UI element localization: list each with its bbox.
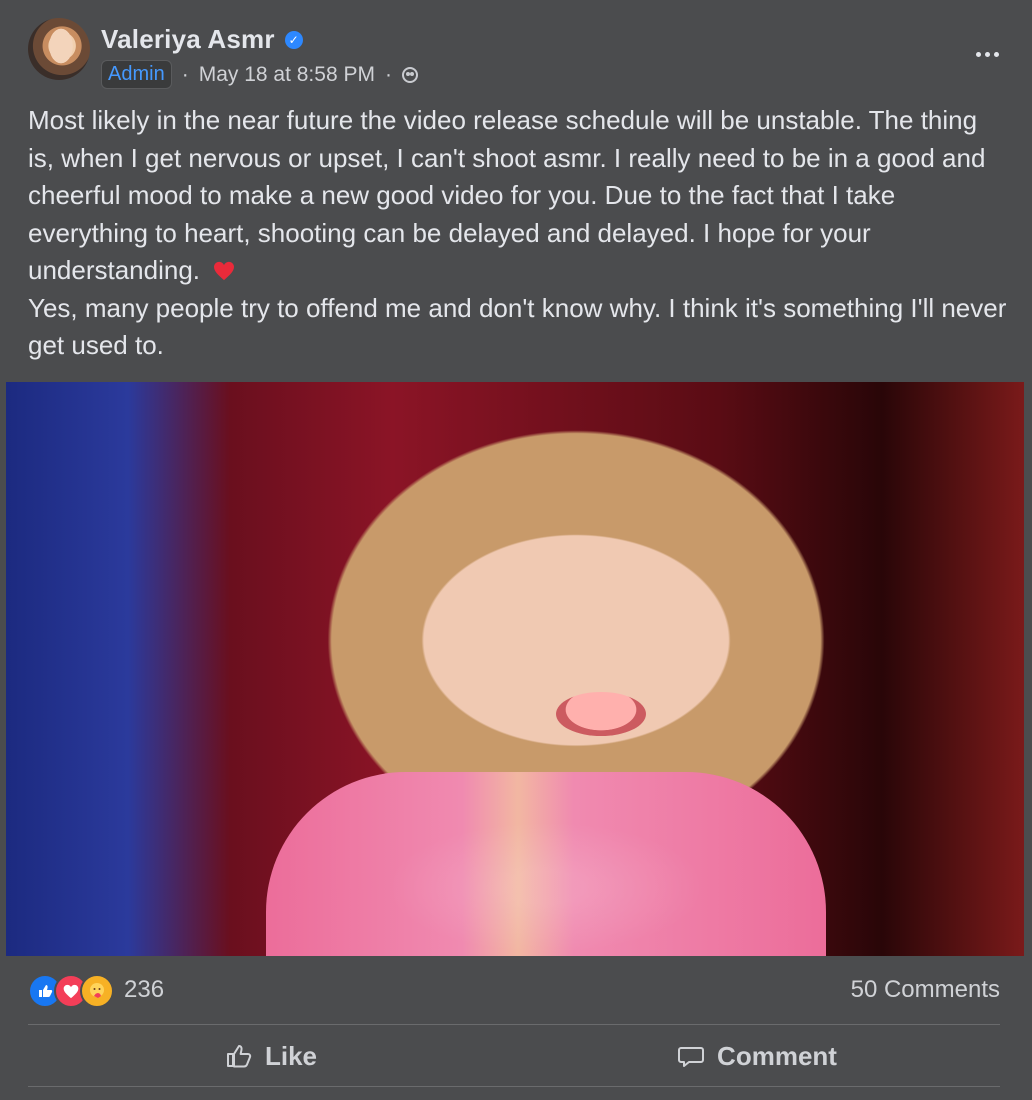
reactions-bar: 236 50 Comments (28, 972, 1000, 1012)
author-name-row: Valeriya Asmr ✓ (101, 24, 303, 55)
meta-separator: · (384, 62, 392, 86)
author-avatar[interactable] (28, 18, 90, 80)
like-button[interactable]: Like (28, 1030, 514, 1082)
post-text-paragraph-1: Most likely in the near future the video… (28, 105, 986, 285)
divider (28, 1024, 1000, 1025)
like-label: Like (264, 1040, 318, 1071)
reaction-icons[interactable] (28, 974, 114, 1008)
heart-emoji-icon (214, 261, 235, 281)
comment-label: Comment (717, 1040, 837, 1071)
comment-bubble-icon (678, 1047, 705, 1067)
more-options-dot (993, 51, 999, 57)
post-text: Most likely in the near future the video… (28, 102, 1008, 365)
post-text-paragraph-2: Yes, many people try to offend me and do… (28, 292, 1007, 361)
post-timestamp[interactable]: May 18 at 8:58 PM (199, 63, 375, 87)
comments-count[interactable]: 50 Comments (851, 976, 1000, 1004)
reaction-count[interactable]: 236 (124, 976, 164, 1004)
post-photo[interactable] (6, 382, 1024, 956)
more-options-button[interactable] (970, 44, 1004, 64)
friends-privacy-icon[interactable] (401, 66, 418, 83)
divider (28, 1086, 1000, 1087)
post-meta: Admin · May 18 at 8:58 PM · (101, 60, 418, 89)
verified-badge-icon: ✓ (284, 30, 303, 49)
author-name[interactable]: Valeriya Asmr (101, 24, 275, 55)
comment-button[interactable]: Comment (514, 1030, 1000, 1082)
post-card: Valeriya Asmr ✓ Admin · May 18 at 8:58 P… (0, 0, 1032, 1100)
admin-badge: Admin (101, 60, 172, 89)
care-reaction-icon (80, 974, 114, 1008)
more-options-icon (975, 51, 981, 57)
post-actions: Like Comment (28, 1030, 1000, 1082)
more-options-dot (984, 51, 990, 57)
post-header: Valeriya Asmr ✓ Admin · May 18 at 8:58 P… (28, 18, 1032, 89)
thumbs-up-icon (226, 1045, 252, 1068)
meta-separator: · (181, 62, 189, 86)
